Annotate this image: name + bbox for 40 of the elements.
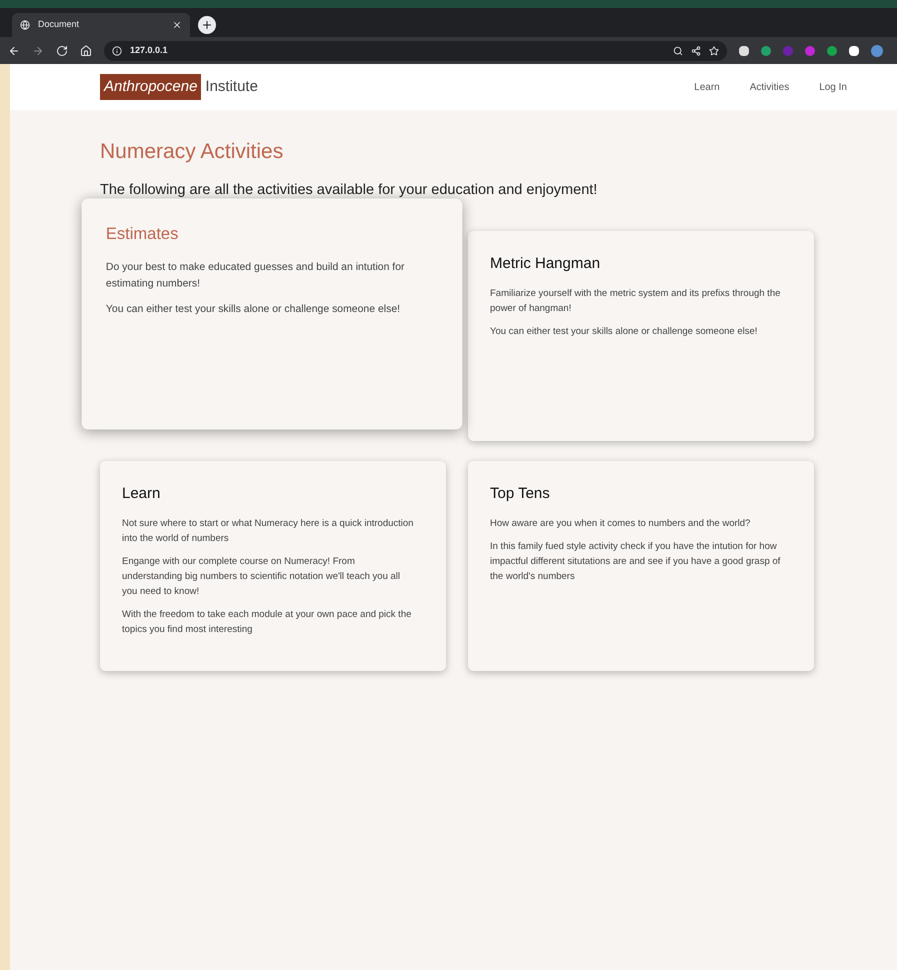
address-bar[interactable]: 127.0.0.1 (104, 40, 727, 60)
forward-icon[interactable] (32, 44, 44, 56)
back-icon[interactable] (8, 44, 20, 56)
card-text: With the freedom to take each module at your own pace and pick the topics you find most interesting (122, 608, 412, 637)
globe-icon (20, 20, 30, 30)
activity-card[interactable] (100, 461, 446, 672)
share-icon[interactable] (691, 46, 701, 56)
card-title: Top Tens (490, 484, 551, 504)
card-text: Engange with our complete course on Numeracy! From understanding big numbers to scientific notation we'll teach you all you need to know! (122, 554, 402, 599)
nav-link[interactable]: Learn (694, 80, 720, 94)
search-icon[interactable] (673, 46, 683, 56)
card-text: Do your best to make educated guesses and build an intution for estimating numbers! (106, 260, 406, 292)
nav-link[interactable]: Activities (750, 80, 790, 94)
card-text: How aware are you when it comes to numbers and the world? (490, 516, 752, 531)
close-icon[interactable] (172, 20, 182, 30)
card-text: In this family fued style activity check if you have the intution for how impactful different situtations are and see if you have a good grasp of the world's numbers (490, 540, 782, 584)
card-text: You can either test your skills alone or challenge someone else! (490, 324, 758, 339)
card-text: You can either test your skills alone or challenge someone else! (106, 302, 402, 317)
card-title: Estimates (106, 224, 180, 246)
tab-title: Document (38, 18, 80, 32)
info-icon (112, 46, 122, 56)
star-icon[interactable] (709, 46, 719, 56)
page-title: Numeracy Activities (100, 139, 284, 165)
card-title: Metric Hangman (490, 254, 602, 274)
logo-text[interactable]: Institute (205, 76, 258, 98)
reload-icon[interactable] (56, 44, 68, 56)
logo-highlight[interactable]: Anthropocene (100, 74, 202, 100)
plus-icon (201, 19, 213, 31)
activity-card[interactable]: Metric Hangman Familiarize yourself with the metric system and its prefixs through the power of hangman! You can either test your skills alone or challenge someone else! (468, 231, 814, 442)
page-subtitle: The following are all the activities available for your education and enjoyment! (100, 180, 598, 200)
card-title: Learn (122, 484, 162, 504)
activity-card[interactable]: Estimates Do your best to make educated guesses and build an intution for estimating numbers! You can either test your skills alone or challenge someone else! (82, 198, 462, 430)
home-icon[interactable] (80, 44, 92, 56)
browser-tab[interactable]: Document (12, 13, 190, 37)
nav-link[interactable]: Log In (819, 80, 847, 94)
url-text: 127.0.0.1 (130, 44, 168, 57)
card-text: Not sure where to start or what Numeracy here is a quick introduction into the world of numbers (122, 516, 414, 546)
new-tab-button[interactable] (198, 16, 216, 34)
activity-card[interactable] (468, 461, 814, 672)
card-text: Familiarize yourself with the metric system and its prefixs through the power of hangman! (490, 286, 782, 316)
